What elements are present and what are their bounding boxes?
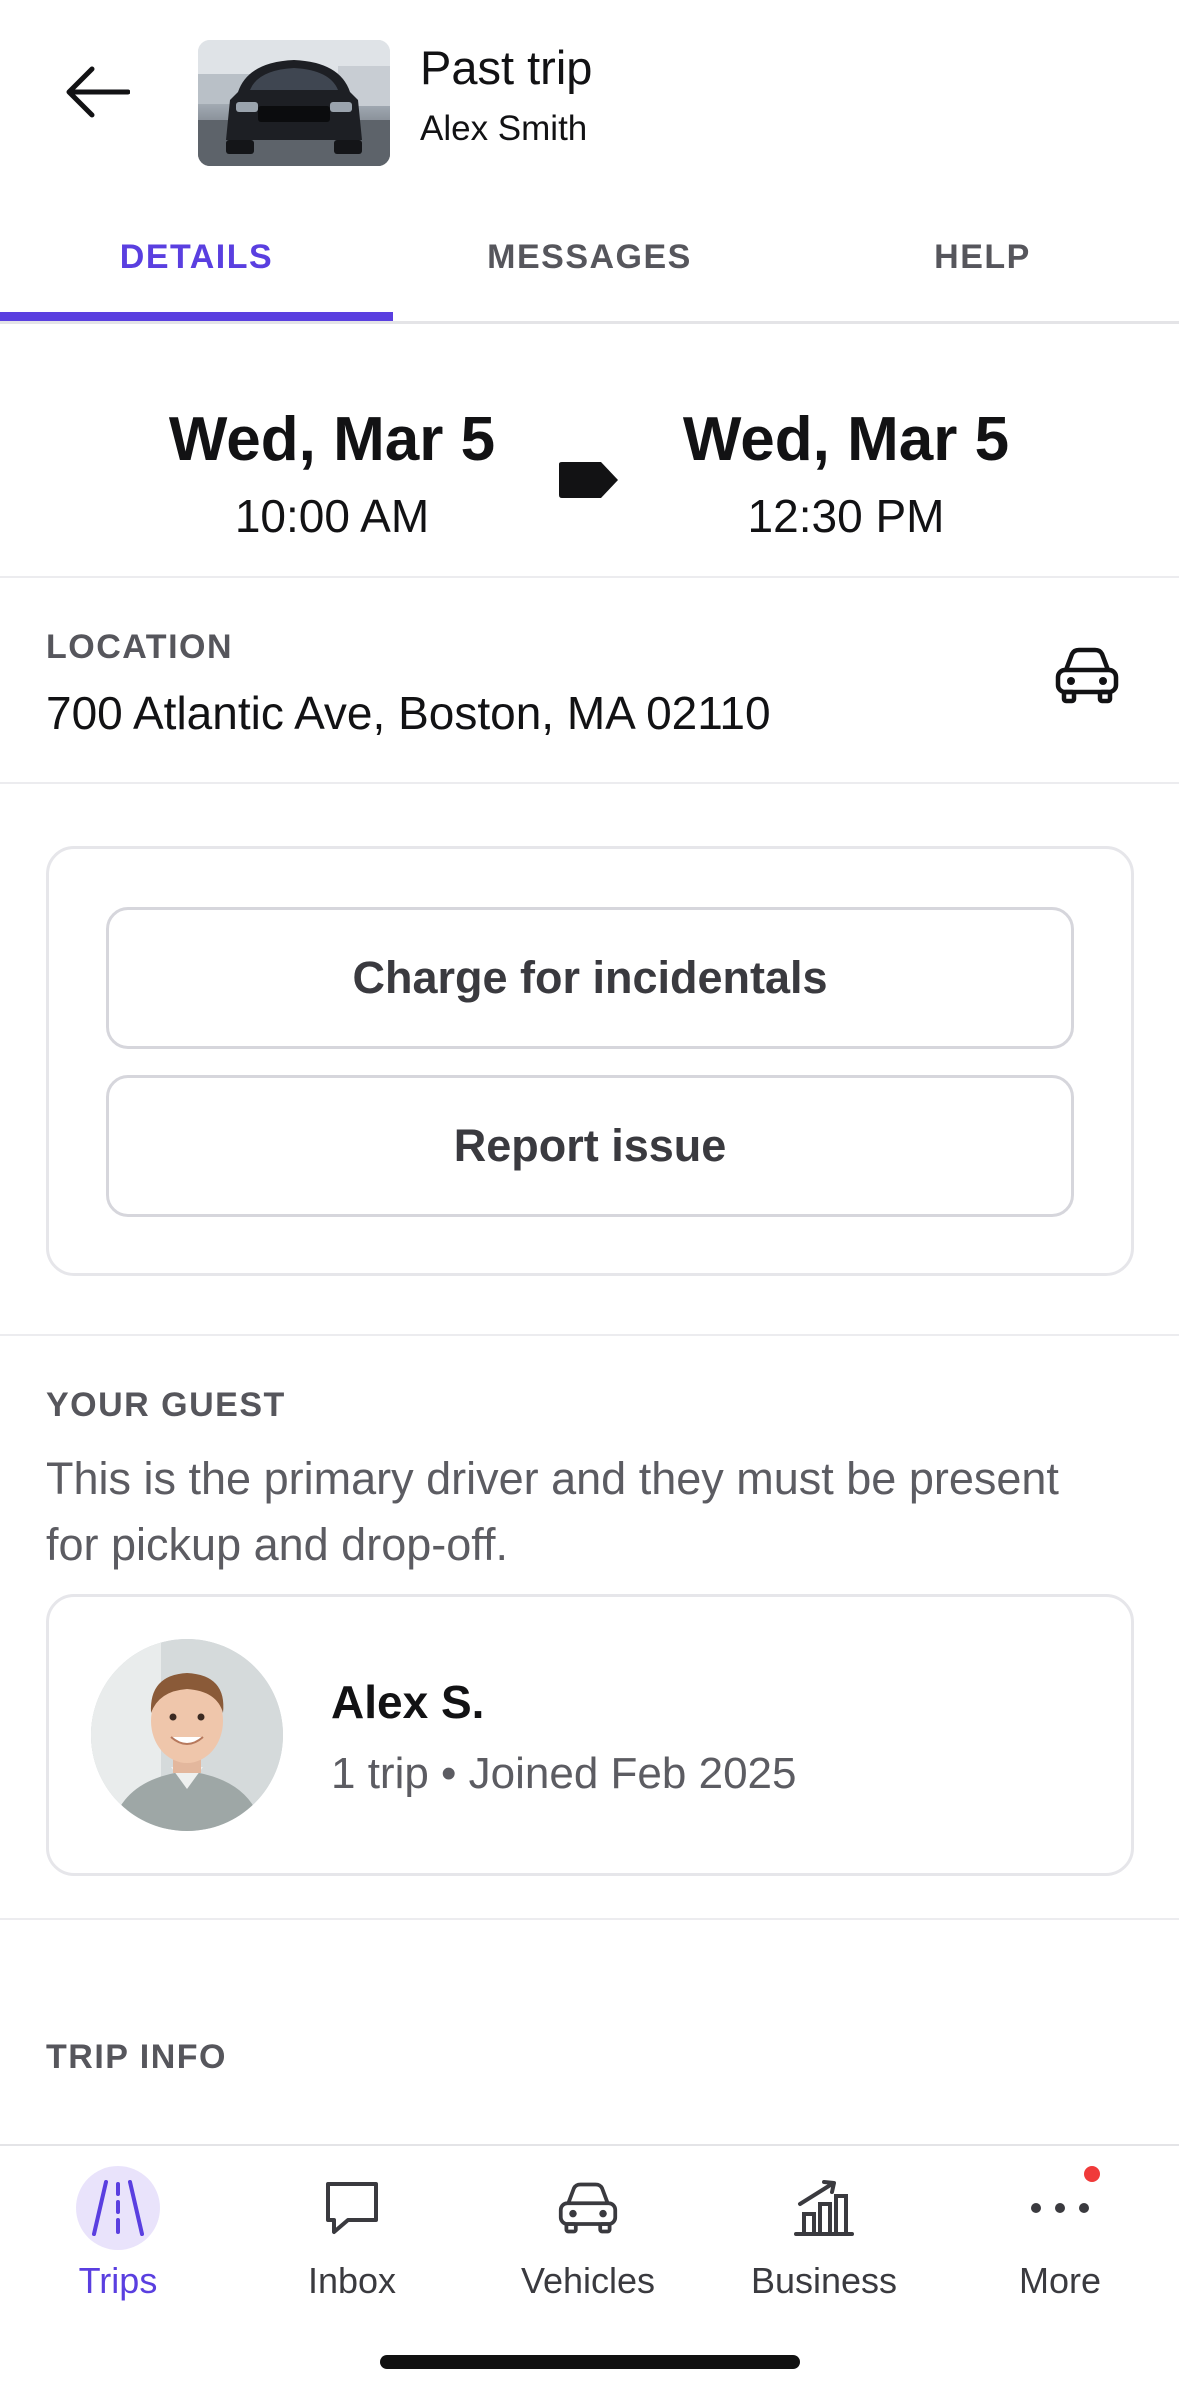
trip-end: Wed, Mar 5 12:30 PM xyxy=(636,404,1056,543)
car-location-button[interactable] xyxy=(1052,640,1122,715)
trip-start: Wed, Mar 5 10:00 AM xyxy=(122,404,542,543)
nav-inbox[interactable]: Inbox xyxy=(252,2166,452,2302)
tab-messages[interactable]: MESSAGES xyxy=(393,200,786,315)
owner-name: Alex Smith xyxy=(420,109,588,148)
section-divider xyxy=(0,1918,1179,1920)
date-arrow-icon xyxy=(559,462,618,498)
trip-dates: Wed, Mar 5 10:00 AM Wed, Mar 5 12:30 PM xyxy=(0,326,1179,578)
nav-trips-label: Trips xyxy=(78,2260,158,2301)
start-date: Wed, Mar 5 xyxy=(168,405,496,474)
section-divider xyxy=(0,1334,1179,1336)
trip-info-label: TRIP INFO xyxy=(46,2038,227,2076)
more-dots-icon xyxy=(1018,2166,1102,2250)
start-time: 10:00 AM xyxy=(234,490,430,542)
report-issue-button[interactable]: Report issue xyxy=(106,1075,1074,1217)
location-section: LOCATION 700 Atlantic Ave, Boston, MA 02… xyxy=(0,580,1179,784)
car-icon xyxy=(546,2166,630,2250)
nav-vehicles-label: Vehicles xyxy=(520,2260,656,2301)
chat-bubble-icon xyxy=(310,2166,394,2250)
vehicle-thumbnail xyxy=(198,40,390,166)
nav-inbox-label: Inbox xyxy=(307,2260,397,2301)
tab-details[interactable]: DETAILS xyxy=(0,200,393,321)
road-icon xyxy=(76,2166,160,2250)
end-date: Wed, Mar 5 xyxy=(682,405,1010,474)
nav-business[interactable]: Business xyxy=(724,2166,924,2302)
notification-dot xyxy=(1084,2166,1100,2182)
trip-actions-card: Charge for incidentals Report issue xyxy=(46,846,1134,1276)
arrow-left-icon xyxy=(66,66,130,118)
nav-more-label: More xyxy=(1018,2260,1102,2301)
guest-trip-stats: 1 trip • Joined Feb 2025 xyxy=(331,1749,797,1798)
nav-business-label: Business xyxy=(750,2260,898,2301)
trip-status-title: Past trip xyxy=(420,41,593,94)
charge-incidentals-button[interactable]: Charge for incidentals xyxy=(106,907,1074,1049)
car-icon xyxy=(1055,647,1119,704)
nav-vehicles[interactable]: Vehicles xyxy=(488,2166,688,2302)
nav-trips[interactable]: Trips xyxy=(18,2166,218,2302)
location-label: LOCATION xyxy=(46,628,234,666)
app-header: Past trip Alex Smith xyxy=(0,0,1179,200)
guest-label: YOUR GUEST xyxy=(46,1386,286,1424)
home-indicator[interactable] xyxy=(380,2355,800,2369)
guest-avatar xyxy=(91,1639,283,1831)
tab-bar: DETAILS MESSAGES HELP xyxy=(0,200,1179,324)
location-address[interactable]: 700 Atlantic Ave, Boston, MA 02110 xyxy=(46,686,771,740)
guest-description: This is the primary driver and they must… xyxy=(46,1453,1059,1570)
nav-more[interactable]: More xyxy=(960,2166,1160,2302)
chart-growth-icon xyxy=(782,2166,866,2250)
guest-name: Alex S. xyxy=(331,1676,485,1728)
end-time: 12:30 PM xyxy=(747,490,945,542)
guest-card[interactable]: Alex S. 1 trip • Joined Feb 2025 xyxy=(46,1594,1134,1876)
tab-help[interactable]: HELP xyxy=(786,200,1179,315)
back-button[interactable] xyxy=(56,50,140,134)
